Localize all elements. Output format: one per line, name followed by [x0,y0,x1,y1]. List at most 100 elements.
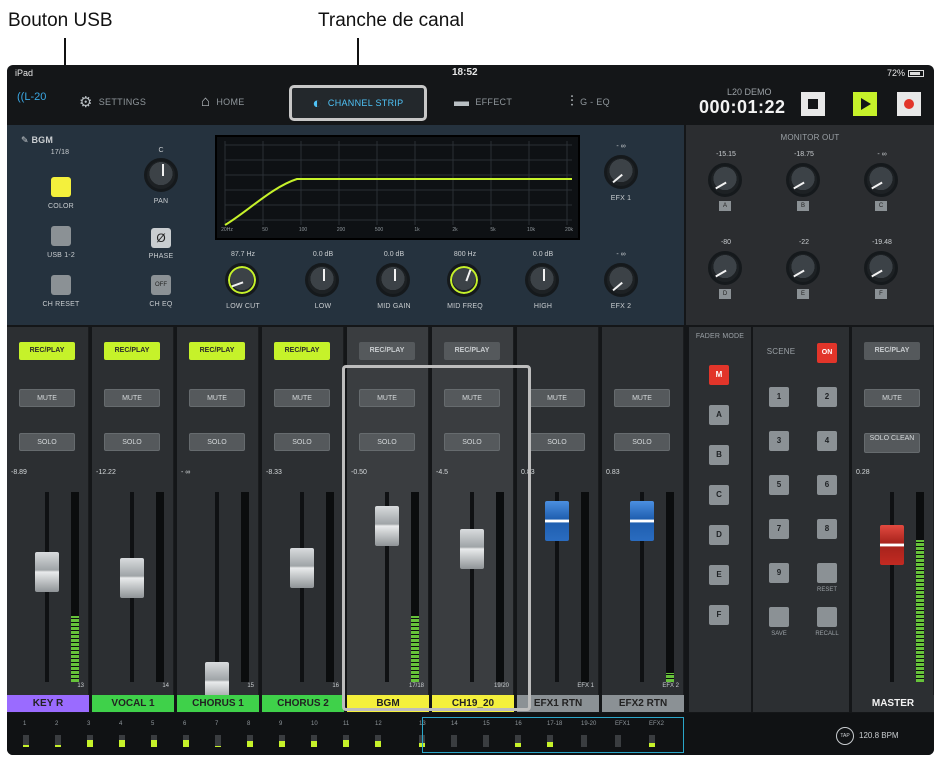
rec-play-button[interactable]: REC/PLAY [444,342,500,360]
solo-button[interactable]: SOLO [189,433,245,451]
tab-effect[interactable]: ▬ EFFECT [454,93,512,110]
rec-play-button[interactable]: REC/PLAY [189,342,245,360]
fader-mode-a-button[interactable]: A [709,405,729,425]
solo-button[interactable]: SOLO [274,433,330,451]
channel-name[interactable]: VOCAL 1 [92,695,174,712]
tab-geq[interactable]: ⫶ G - EQ [570,93,610,110]
scene-save-button[interactable] [769,607,789,627]
scene-recall-button[interactable] [817,607,837,627]
fader-mode-c-button[interactable]: C [709,485,729,505]
low-knob[interactable] [305,263,339,297]
channel-strip-panel: ✎ BGM 17/18 COLOR USB 1-2 CH RESET C PAN… [7,125,684,325]
mini-meter [311,735,317,747]
mute-button[interactable]: MUTE [19,389,75,407]
usb-button[interactable] [51,226,71,246]
solo-button[interactable]: SOLO [529,433,585,451]
rec-play-button[interactable]: REC/PLAY [19,342,75,360]
fader-track[interactable] [890,492,894,682]
monitor-label: F [875,289,887,299]
monitor-knob[interactable] [864,163,898,197]
solo-button[interactable]: SOLO [19,433,75,451]
ch-reset-button[interactable] [51,275,71,295]
fader-knob[interactable] [35,551,59,592]
mid-freq-knob[interactable] [447,263,481,297]
low-label: LOW [314,303,332,310]
fader-mode-column: FADER MODE MABCDEF [689,327,751,712]
fader-knob[interactable] [290,548,314,588]
color-button[interactable] [51,177,71,197]
scene-8-button[interactable]: 8 [817,519,837,539]
low-cut-knob[interactable] [225,263,259,297]
mute-button[interactable]: MUTE [104,389,160,407]
stop-button[interactable] [801,92,825,116]
fader-track[interactable] [215,492,219,682]
monitor-knob[interactable] [786,251,820,285]
battery-icon [908,70,924,77]
channel-name[interactable]: CHORUS 2 [262,695,344,712]
tab-channel-strip[interactable]: ◐ CHANNEL STRIP [289,85,427,121]
fader-mode-b-button[interactable]: B [709,445,729,465]
monitor-knob[interactable] [864,251,898,285]
fader-knob[interactable] [120,557,144,598]
fader-mode-title: FADER MODE [695,333,745,340]
fader-mode-f-button[interactable]: F [709,605,729,625]
ch-eq-off-button[interactable]: OFF [151,275,171,295]
fader-mode-e-button[interactable]: E [709,565,729,585]
fader-mode-m-button[interactable]: M [709,365,729,385]
tab-settings[interactable]: ⚙ SETTINGS [79,93,146,111]
scene-5-button[interactable]: 5 [769,475,789,495]
pan-knob[interactable] [144,158,178,192]
monitor-knob[interactable] [708,163,742,197]
app-logo[interactable]: ((L-20 [17,91,46,103]
edit-pencil-icon[interactable]: ✎ BGM [21,135,101,146]
monitor-label: B [797,201,809,211]
play-button[interactable] [853,92,877,116]
high-knob[interactable] [525,263,559,297]
solo-button[interactable]: SOLO CLEAN [864,433,920,453]
rec-play-button[interactable]: REC/PLAY [104,342,160,360]
tab-home[interactable]: ⌂ HOME [201,93,245,110]
phase-button[interactable]: Ø [151,228,171,248]
scene-on-button[interactable]: ON [817,343,837,363]
efx1-send-knob[interactable] [604,155,638,189]
scene-title: SCENE [766,347,796,356]
fader-knob[interactable] [630,500,654,541]
fader-knob[interactable] [880,525,904,566]
channel-name[interactable]: CHORUS 1 [177,695,259,712]
rec-play-button[interactable]: REC/PLAY [864,342,920,360]
tap-tempo-button[interactable]: TAP [836,727,854,745]
strip-channel-name: BGM [31,135,54,145]
mid-gain-knob[interactable] [376,263,410,297]
monitor-label: D [719,289,731,299]
high-label: HIGH [533,303,553,310]
channel-name[interactable]: MASTER [852,695,934,712]
eq-graph[interactable]: 20Hz 50 100 200 500 1k 2k 5k 10k 20k [215,135,580,240]
mute-button[interactable]: MUTE [864,389,920,407]
scene-2-button[interactable]: 2 [817,387,837,407]
channel-name[interactable]: EFX2 RTN [602,695,684,712]
scene-reset-button[interactable] [817,563,837,583]
monitor-knob[interactable] [708,251,742,285]
scene-6-button[interactable]: 6 [817,475,837,495]
fader-value: - ∞ [181,469,191,476]
scene-9-button[interactable]: 9 [769,563,789,583]
scene-4-button[interactable]: 4 [817,431,837,451]
level-meter [916,492,924,682]
fader-mode-d-button[interactable]: D [709,525,729,545]
fader-knob[interactable] [545,500,569,541]
solo-button[interactable]: SOLO [614,433,670,451]
channel-name[interactable]: KEY R [7,695,89,712]
scene-7-button[interactable]: 7 [769,519,789,539]
mute-button[interactable]: MUTE [189,389,245,407]
solo-button[interactable]: SOLO [104,433,160,451]
efx2-send-knob[interactable] [604,263,638,297]
mute-button[interactable]: MUTE [529,389,585,407]
scene-1-button[interactable]: 1 [769,387,789,407]
rec-play-button[interactable]: REC/PLAY [359,342,415,360]
scene-3-button[interactable]: 3 [769,431,789,451]
record-button[interactable] [897,92,921,116]
mute-button[interactable]: MUTE [614,389,670,407]
rec-play-button[interactable]: REC/PLAY [274,342,330,360]
mute-button[interactable]: MUTE [274,389,330,407]
monitor-knob[interactable] [786,163,820,197]
